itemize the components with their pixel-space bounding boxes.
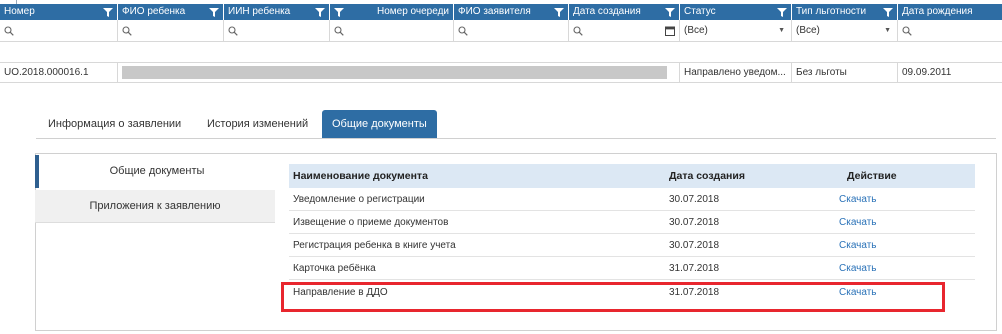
filter-icon[interactable] xyxy=(209,7,219,17)
download-link[interactable]: Скачать xyxy=(839,194,877,205)
col-label: Номер очереди xyxy=(377,6,449,17)
filter-applicant-name[interactable] xyxy=(454,20,569,42)
search-icon xyxy=(228,26,238,36)
tab-application-info[interactable]: Информация о заявлении xyxy=(40,110,189,138)
col-header-created-date[interactable]: Дата создания xyxy=(569,4,680,20)
document-date: 30.07.2018 xyxy=(669,240,720,251)
filter-child-name[interactable] xyxy=(118,20,224,42)
cell-benefit: Без льготы xyxy=(792,63,898,82)
download-link[interactable]: Скачать xyxy=(839,240,877,251)
side-menu-application-attachments[interactable]: Приложения к заявлению xyxy=(35,190,275,223)
filter-icon[interactable] xyxy=(777,7,787,17)
col-header-applicant-name[interactable]: ФИО заявителя xyxy=(454,4,569,20)
filter-status-value: (Все) xyxy=(684,25,708,36)
filter-icon[interactable] xyxy=(315,7,325,17)
col-header-number[interactable]: Номер xyxy=(0,4,118,20)
filter-created-date[interactable] xyxy=(569,20,680,42)
header-document-name: Наименование документа xyxy=(293,170,428,182)
download-link[interactable]: Скачать xyxy=(839,263,877,274)
tab-divider xyxy=(36,138,996,139)
highlight-box xyxy=(281,282,945,312)
filter-number[interactable] xyxy=(0,20,118,42)
filter-benefit-value: (Все) xyxy=(796,25,820,36)
col-label: ФИО заявителя xyxy=(458,6,531,17)
col-label: Дата создания xyxy=(573,6,641,17)
cell-birth-date: 09.09.2011 xyxy=(902,67,952,78)
cell-number: UO.2018.000016.1 xyxy=(0,63,118,82)
tab-common-documents[interactable]: Общие документы xyxy=(322,110,437,138)
col-label: Тип льготности xyxy=(796,6,867,17)
col-header-child-name[interactable]: ФИО ребенка xyxy=(118,4,224,20)
download-link[interactable]: Скачать xyxy=(839,217,877,228)
filter-icon[interactable] xyxy=(883,7,893,17)
col-header-benefit-type[interactable]: Тип льготности xyxy=(792,4,898,20)
filter-status-select[interactable]: (Все) ▼ xyxy=(680,20,792,42)
search-icon xyxy=(4,26,14,36)
header-action: Действие xyxy=(847,170,897,182)
document-name: Регистрация ребенка в книге учета xyxy=(293,240,456,251)
search-icon xyxy=(334,26,344,36)
col-label: Номер xyxy=(4,6,35,17)
documents-table-header: Наименование документа Дата создания Дей… xyxy=(289,164,975,188)
filter-icon[interactable] xyxy=(554,7,564,17)
document-date: 30.07.2018 xyxy=(669,217,720,228)
search-icon xyxy=(902,26,912,36)
header-created-date: Дата создания xyxy=(669,170,745,182)
filter-row: (Все) ▼ (Все) ▼ xyxy=(0,20,1002,42)
tab-change-history[interactable]: История изменений xyxy=(199,110,316,138)
col-header-child-iin[interactable]: ИИН ребенка xyxy=(224,4,330,20)
cell-status: Направлено уведом... xyxy=(680,63,792,82)
col-label: ФИО ребенка xyxy=(122,6,186,17)
filter-birth-date[interactable] xyxy=(898,20,1002,42)
search-icon xyxy=(458,26,468,36)
table-row: Извещение о приеме документов 30.07.2018… xyxy=(289,211,975,234)
document-name: Извещение о приеме документов xyxy=(293,217,449,228)
filter-queue-number[interactable] xyxy=(330,20,454,42)
filter-icon[interactable] xyxy=(334,7,344,17)
table-row: Карточка ребёнка 31.07.2018 Скачать xyxy=(289,257,975,280)
search-icon xyxy=(573,26,583,36)
col-label: Дата рождения xyxy=(902,6,973,17)
col-header-queue-number[interactable]: Номер очереди xyxy=(330,4,454,20)
document-date: 31.07.2018 xyxy=(669,263,720,274)
col-header-birth-date[interactable]: Дата рождения xyxy=(898,4,1002,20)
table-row: Уведомление о регистрации 30.07.2018 Ска… xyxy=(289,188,975,211)
filter-child-iin[interactable] xyxy=(224,20,330,42)
filter-icon[interactable] xyxy=(103,7,113,17)
document-date: 30.07.2018 xyxy=(669,194,720,205)
grid-header: Номер ФИО ребенка ИИН ребенка Номер очер… xyxy=(0,4,1002,20)
filter-benefit-select[interactable]: (Все) ▼ xyxy=(792,20,898,42)
col-label: Статус xyxy=(684,6,716,17)
redacted-block xyxy=(122,66,667,79)
search-icon xyxy=(122,26,132,36)
side-menu-common-documents[interactable]: Общие документы xyxy=(35,155,275,188)
col-label: ИИН ребенка xyxy=(228,6,291,17)
document-name: Уведомление о регистрации xyxy=(293,194,425,205)
filter-icon[interactable] xyxy=(665,7,675,17)
document-name: Карточка ребёнка xyxy=(293,263,376,274)
calendar-icon[interactable] xyxy=(665,26,675,36)
chevron-down-icon: ▼ xyxy=(778,27,785,34)
col-header-status[interactable]: Статус xyxy=(680,4,792,20)
table-row: Регистрация ребенка в книге учета 30.07.… xyxy=(289,234,975,257)
chevron-down-icon: ▼ xyxy=(884,27,891,34)
